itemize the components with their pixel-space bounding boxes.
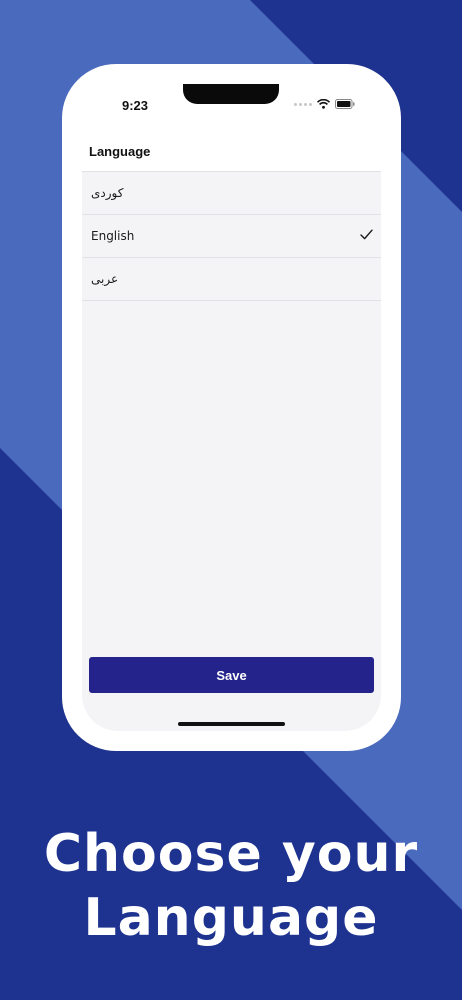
headline: Choose your Language <box>0 822 462 950</box>
status-time: 9:23 <box>122 98 149 113</box>
headline-line-1: Choose your <box>43 824 419 884</box>
language-label: کوردی <box>91 186 124 200</box>
language-label: English <box>91 229 135 243</box>
status-icons <box>294 99 355 109</box>
phone-frame: 9:23 Language کوردی English عربی Save <box>62 64 401 751</box>
language-option-arabic[interactable]: عربی <box>82 258 381 301</box>
language-list-area: کوردی English عربی <box>82 172 381 731</box>
battery-icon <box>335 99 355 109</box>
language-label: عربی <box>91 272 119 286</box>
check-icon <box>360 229 373 240</box>
signal-icon <box>294 102 312 106</box>
wifi-icon <box>317 99 330 109</box>
phone-screen: 9:23 Language کوردی English عربی Save <box>82 84 381 731</box>
save-button[interactable]: Save <box>89 657 374 693</box>
headline-line-2: Language <box>83 888 379 948</box>
phone-notch <box>183 84 279 104</box>
language-option-kurdish[interactable]: کوردی <box>82 172 381 215</box>
navigation-bar: Language <box>82 128 381 172</box>
home-indicator[interactable] <box>178 722 285 726</box>
page-title: Language <box>89 144 151 159</box>
language-option-english[interactable]: English <box>82 215 381 258</box>
